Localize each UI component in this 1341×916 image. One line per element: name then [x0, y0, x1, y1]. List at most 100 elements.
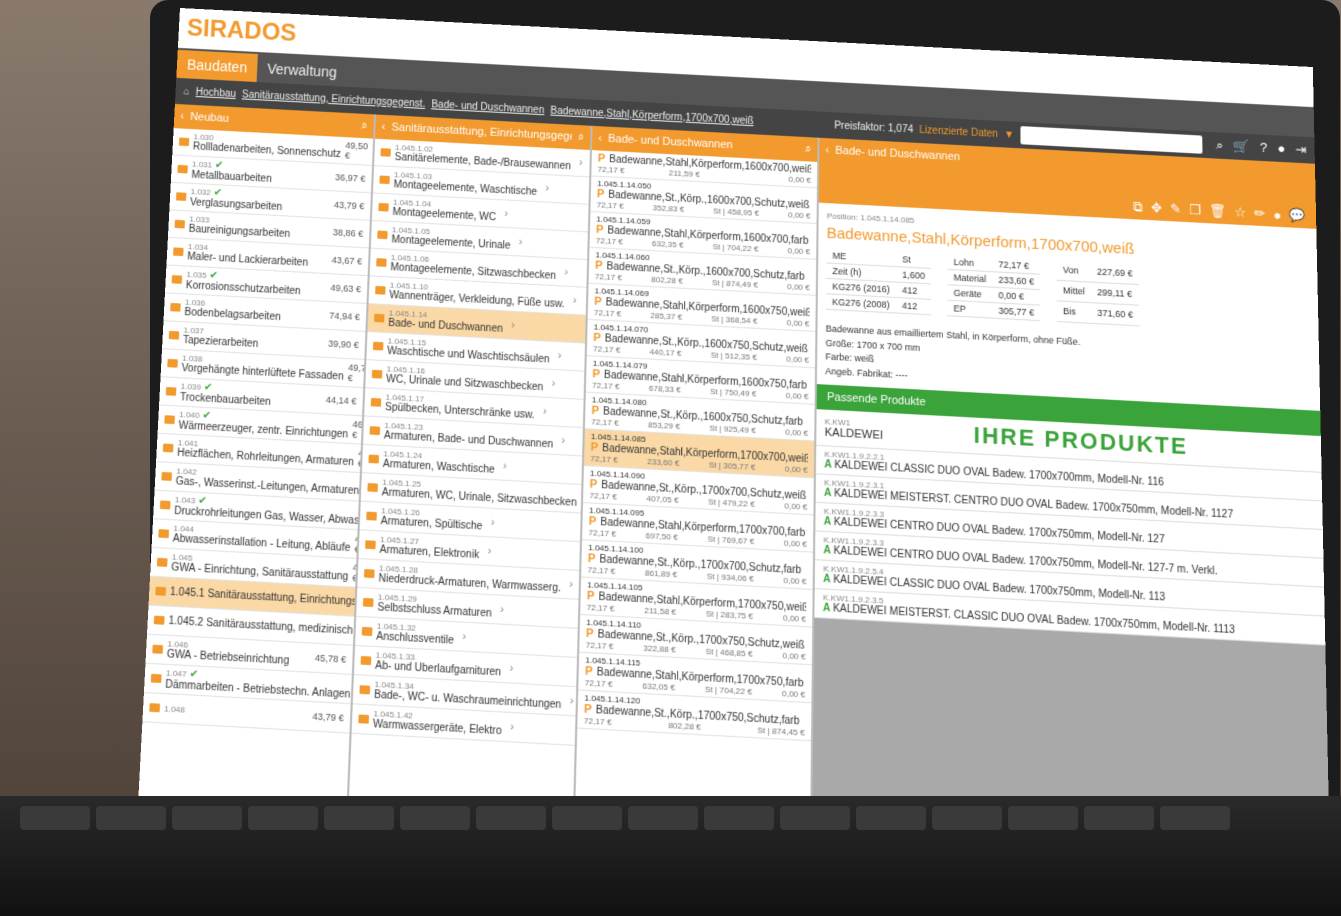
- chevron-right-icon: ›: [487, 545, 491, 558]
- pencil-icon[interactable]: ✏: [1254, 205, 1265, 222]
- subcategory-text: 1.045.1.42 Warmwassergeräte, Elektro: [373, 709, 502, 738]
- keyboard-key: [1084, 806, 1154, 830]
- keyboard-key: [1160, 806, 1230, 830]
- folder-icon: [163, 444, 174, 453]
- chevron-right-icon: ›: [551, 377, 555, 390]
- position-equipment: 0,00 €: [783, 613, 806, 624]
- position-p-icon: P: [596, 224, 604, 237]
- breadcrumb-item[interactable]: Hochbau: [195, 86, 236, 99]
- breadcrumb-item[interactable]: Badewanne,Stahl,Körperform,1700x700,weiß: [550, 105, 754, 127]
- position-p-icon: P: [585, 665, 593, 678]
- home-icon[interactable]: ⌂: [183, 86, 190, 97]
- back-icon[interactable]: ‹: [598, 132, 602, 144]
- range-table-cell: 227,69 €: [1091, 262, 1139, 284]
- position-p-icon: P: [589, 515, 597, 528]
- folder-icon: [167, 359, 178, 368]
- folder-icon: [372, 370, 383, 379]
- chevron-right-icon: ›: [564, 266, 568, 279]
- move-icon[interactable]: ✥: [1151, 200, 1162, 217]
- keyboard-key: [1008, 806, 1078, 830]
- chevron-right-icon: ›: [543, 405, 547, 418]
- position-unitprice: St | 512,35 €: [711, 350, 757, 362]
- position-wage: 72,17 €: [593, 344, 621, 355]
- category-text: 1.045.1 Sanitärausstattung, Einrichtungs…: [170, 586, 376, 610]
- folder-icon: [177, 165, 188, 174]
- position-p-icon: P: [597, 188, 605, 201]
- position-unitprice: St | 874,49 €: [712, 278, 758, 290]
- check-icon: ✔: [199, 410, 211, 422]
- chevron-right-icon: ›: [511, 319, 515, 332]
- subcategory-text: 1.045.1.06 Montageelemente, Sitzwaschbeck…: [390, 253, 556, 282]
- position-equipment: 0,00 €: [783, 576, 806, 587]
- logout-icon[interactable]: ⇥: [1295, 141, 1306, 158]
- position-equipment: 0,00 €: [788, 210, 811, 220]
- folder-icon: [172, 275, 183, 284]
- edit-icon[interactable]: ✎: [1170, 201, 1181, 218]
- folder-icon: [160, 500, 171, 509]
- position-material: 233,60 €: [647, 457, 679, 468]
- tab-baudaten[interactable]: Baudaten: [176, 50, 258, 82]
- category-text: 1.046 GWA - Betriebseinrichtung: [166, 639, 289, 667]
- category-label: 1.045.2 Sanitärausstattung, medizinisch.…: [168, 615, 376, 639]
- category-text: 1.039 ✔ Trockenbauarbeiten: [180, 380, 272, 408]
- chevron-right-icon: ›: [500, 603, 504, 616]
- unit-table-cell: 1,600: [896, 267, 931, 284]
- category-price: 43,79 €: [312, 711, 344, 724]
- keyboard-key: [324, 806, 394, 830]
- comment-icon[interactable]: 💬: [1289, 207, 1306, 224]
- position-p-icon: P: [590, 478, 598, 491]
- folder-icon: [176, 192, 187, 201]
- search-icon[interactable]: ⌕: [578, 131, 585, 144]
- category-text: 1.032 ✔ Verglasungsarbeiten: [190, 186, 283, 213]
- folder-icon: [373, 342, 384, 351]
- info-icon[interactable]: ●: [1273, 207, 1281, 223]
- chevron-right-icon: ›: [569, 578, 573, 591]
- column-neubau: ‹ Neubau ⌕ 1.030 Rollladenarbeiten, Sonne…: [137, 104, 376, 831]
- category-text: 1.030 Rollladenarbeiten, Sonnenschutz: [193, 132, 342, 160]
- column-sanitaer: ‹ Sanitärausstattung, Einrichtungsgegens…: [348, 114, 593, 843]
- position-material: 440,17 €: [649, 347, 681, 358]
- folder-icon: [161, 472, 172, 481]
- help-icon[interactable]: ?: [1260, 140, 1268, 157]
- duplicate-icon[interactable]: ❐: [1189, 202, 1201, 219]
- detail-panel: ‹ Bade- und Duschwannen ⧉ ✥ ✎ ❐ 🗑 ☆ ✏ ● …: [812, 138, 1331, 886]
- category-code: 1.048: [164, 703, 185, 714]
- folder-icon: [363, 598, 374, 607]
- cart-icon[interactable]: 🛒: [1233, 138, 1250, 155]
- product-a-icon: A: [823, 602, 833, 614]
- copy-icon[interactable]: ⧉: [1133, 199, 1143, 216]
- search-icon[interactable]: ⌕: [361, 119, 368, 132]
- position-unitprice: St | 479,22 €: [708, 497, 755, 509]
- subcategory-text: 1.045.1.15 Waschtische und Waschtischsäul…: [387, 336, 550, 365]
- back-icon[interactable]: ‹: [180, 110, 184, 122]
- position-p-icon: P: [587, 590, 595, 603]
- chevron-right-icon: ›: [545, 182, 549, 194]
- position-material: 853,29 €: [648, 420, 680, 431]
- delete-icon[interactable]: 🗑: [1209, 203, 1226, 220]
- subcategory-text: 1.045.1.14 Bade- und Duschwannen: [388, 308, 503, 335]
- unit-table-cell: KG276 (2008): [826, 294, 896, 313]
- subcategory-text: 1.045.1.05 Montageelemente, Urinale: [391, 225, 511, 252]
- filter-icon[interactable]: ▼: [1004, 129, 1014, 141]
- back-icon[interactable]: ‹: [381, 121, 385, 133]
- category-price: 39,90 €: [328, 338, 359, 350]
- user-icon[interactable]: ●: [1277, 141, 1285, 158]
- range-table-row: Bis 371,60 €: [1057, 301, 1139, 326]
- breadcrumb-item[interactable]: Bade- und Duschwannen: [431, 99, 544, 116]
- tab-verwaltung[interactable]: Verwaltung: [257, 54, 348, 87]
- folder-icon: [179, 138, 189, 147]
- licensed-data-filter[interactable]: Lizenzierte Daten: [919, 124, 998, 139]
- search-icon[interactable]: ⌕: [1216, 137, 1224, 154]
- star-icon[interactable]: ☆: [1234, 204, 1246, 221]
- back-icon[interactable]: ‹: [825, 144, 829, 156]
- position-equipment: 0,00 €: [785, 427, 808, 438]
- cost-table: Lohn 72,17 € Material 233,60 € Geräte 0,00 € E…: [947, 254, 1040, 321]
- keyboard-key: [856, 806, 926, 830]
- brand-name: KALDEWEI: [825, 426, 884, 442]
- position-material: 211,58 €: [644, 606, 676, 617]
- folder-icon: [155, 587, 166, 596]
- search-icon[interactable]: ⌕: [805, 143, 811, 156]
- product-list: P Badewanne,Stahl,Körperform,1600x700,wei…: [577, 150, 817, 741]
- breadcrumb-item[interactable]: Sanitärausstattung, Einrichtungsgegenst.: [242, 89, 426, 110]
- chevron-right-icon: ›: [558, 349, 562, 362]
